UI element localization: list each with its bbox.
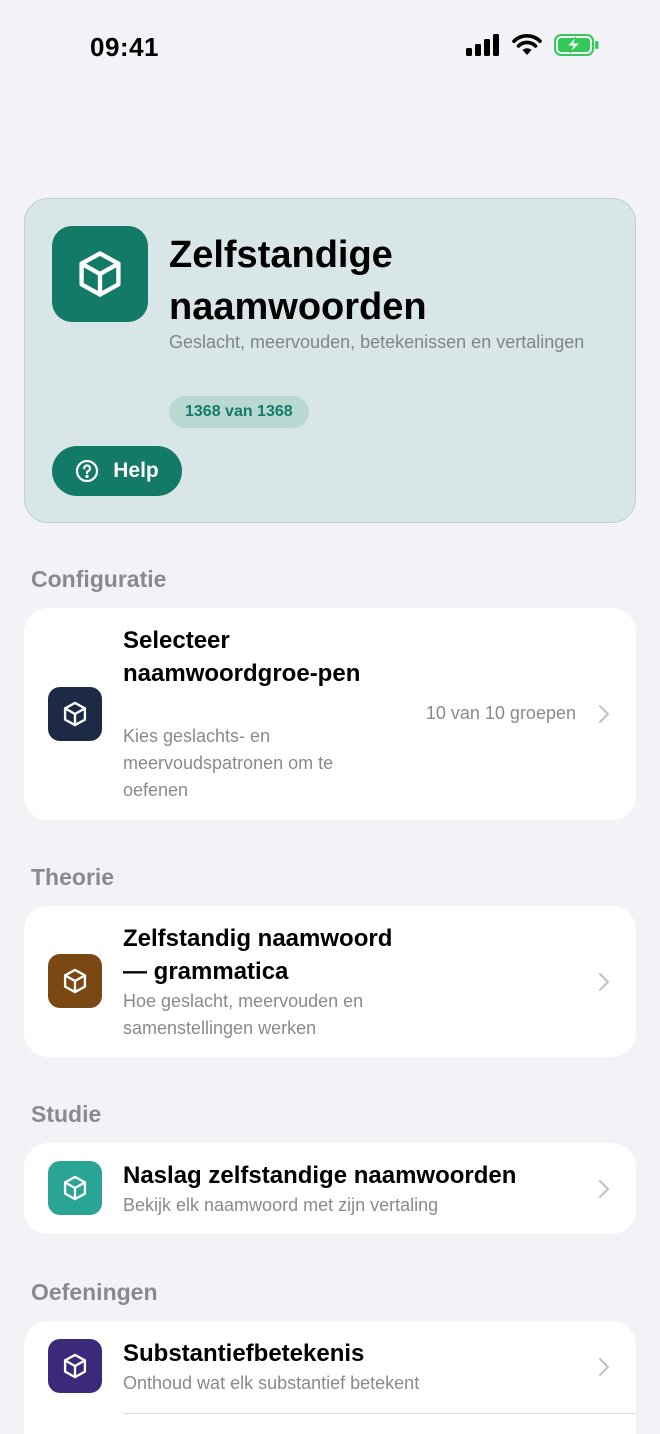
chevron-right-icon (598, 704, 610, 724)
cube-icon (48, 1161, 102, 1215)
row-title: Selecteer naamwoordgroe-pen (123, 627, 361, 687)
battery-charging-icon (554, 34, 599, 56)
cube-icon (48, 687, 102, 741)
help-button-label: Help (113, 459, 159, 482)
page-title: Zelfstandige naamwoorden (169, 234, 427, 328)
row-title: Naslag zelfstandige naamwoorden (123, 1162, 517, 1189)
row-subtitle: Hoe geslacht, meervouden en samenstellin… (123, 991, 364, 1038)
card-studie: Naslag zelfstandige naamwoorden Bekijk e… (24, 1143, 636, 1234)
row-noun-meaning[interactable]: Substantiefbetekenis Onthoud wat elk sub… (24, 1321, 636, 1413)
count-badge: 1368 van 1368 (169, 396, 309, 428)
card-configuratie: Selecteer naamwoordgroe-pen Kies geslach… (24, 608, 636, 820)
row-title: Substantiefbetekenis (123, 1340, 365, 1367)
cube-icon (52, 226, 148, 322)
status-time: 09:41 (90, 32, 159, 62)
cube-icon (48, 954, 102, 1008)
cellular-signal-icon (466, 34, 499, 56)
wifi-icon (512, 34, 542, 55)
row-title: Zelfstandig naamwoord — grammatica (123, 925, 393, 985)
help-button[interactable]: Help (52, 446, 182, 496)
page-subtitle: Geslacht, meervouden, betekenissen en ve… (169, 332, 585, 352)
section-title-studie: Studie (31, 1101, 102, 1127)
section-title-oefeningen: Oefeningen (31, 1279, 158, 1305)
chevron-right-icon (598, 1357, 610, 1377)
chevron-right-icon (598, 1179, 610, 1199)
row-subtitle: Kies geslachts- en meervoudspatronen om … (123, 726, 334, 800)
row-value: 10 van 10 groepen (425, 703, 576, 723)
hero-card: Zelfstandige naamwoorden Geslacht, meerv… (24, 198, 636, 523)
status-bar: 09:41 (0, 0, 660, 100)
row-subtitle: Bekijk elk naamwoord met zijn vertaling (123, 1195, 439, 1215)
question-circle-icon (76, 459, 99, 483)
row-grammar-theory[interactable]: Zelfstandig naamwoord — grammatica Hoe g… (24, 906, 636, 1057)
row-subtitle: Onthoud wat elk substantief betekent (123, 1373, 420, 1393)
section-title-theorie: Theorie (31, 864, 115, 890)
row-select-noun-groups[interactable]: Selecteer naamwoordgroe-pen Kies geslach… (24, 608, 636, 820)
row-divider (123, 1413, 636, 1414)
card-theorie: Zelfstandig naamwoord — grammatica Hoe g… (24, 906, 636, 1057)
status-icons (466, 34, 600, 56)
section-title-configuratie: Configuratie (31, 566, 167, 592)
row-noun-reference[interactable]: Naslag zelfstandige naamwoorden Bekijk e… (24, 1143, 636, 1234)
cube-icon (48, 1339, 102, 1393)
card-oefeningen: Substantiefbetekenis Onthoud wat elk sub… (24, 1321, 636, 1434)
chevron-right-icon (598, 972, 610, 992)
